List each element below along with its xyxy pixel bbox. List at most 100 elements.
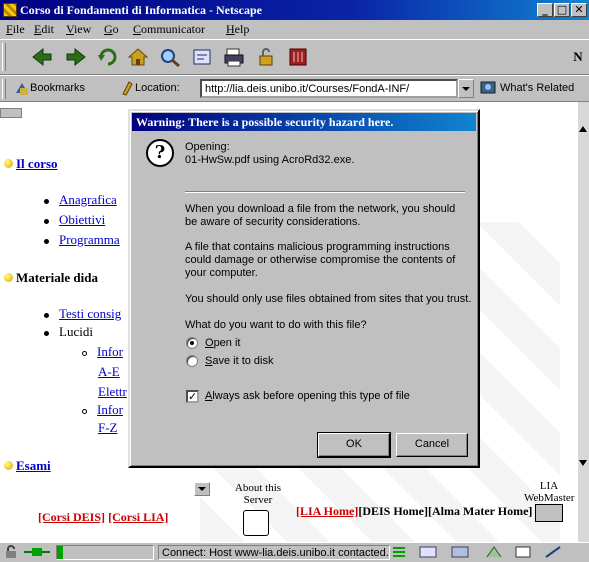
menu-bar: File Edit View Go Communicator Help [0, 20, 589, 39]
link-programma[interactable]: Programma [59, 232, 120, 247]
dropdown-button[interactable] [194, 482, 210, 496]
security-warning-dialog: Warning: There is a possible security ha… [128, 109, 480, 468]
component-bar-news-icon[interactable] [450, 545, 470, 562]
maximize-button[interactable]: □ [554, 3, 570, 17]
list-item[interactable]: Testi consig [44, 306, 121, 322]
section-corso[interactable]: Il corso [4, 156, 58, 172]
component-bar-pen-icon[interactable] [544, 545, 562, 562]
footer-links-right: [LIA Home][DEIS Home][Alma Mater Home] [296, 504, 532, 519]
menu-view[interactable]: View [66, 22, 91, 37]
link-il-corso[interactable]: Il corso [16, 156, 58, 171]
url-dropdown-button[interactable] [458, 79, 474, 98]
url-input[interactable]: http://lia.deis.unibo.it/Courses/FondA-I… [200, 79, 458, 98]
minimize-button[interactable]: _ [537, 3, 553, 17]
warning-paragraph-3: You should only use files obtained from … [185, 293, 472, 305]
warning-paragraph-1: When you download a file from the networ… [185, 203, 456, 228]
stop-icon[interactable] [286, 45, 310, 69]
link-a-e[interactable]: A-E [98, 364, 120, 380]
link-corsi-deis[interactable]: [Corsi DEIS] [38, 510, 105, 524]
home-icon[interactable] [126, 45, 150, 69]
list-item[interactable]: Anagrafica [44, 192, 117, 208]
menu-go[interactable]: Go [104, 22, 119, 37]
page-proxy-icon[interactable] [120, 80, 134, 99]
toolbar-grip[interactable] [2, 43, 6, 71]
close-button[interactable]: ✕ [571, 3, 587, 17]
list-item: Lucidi [44, 324, 93, 340]
bullet-ball-icon [4, 273, 13, 282]
netscape-app-icon [3, 3, 17, 17]
opening-label: Opening: [185, 141, 230, 153]
security-icon[interactable] [254, 45, 278, 69]
component-bar-calendar-icon[interactable] [514, 545, 532, 562]
section-materiale: Materiale dida [4, 270, 98, 286]
speech-bubble-icon[interactable] [243, 510, 269, 536]
always-ask-label[interactable]: Always ask before opening this type of f… [205, 390, 410, 403]
link-elettronica[interactable]: Elettr [98, 384, 127, 400]
save-to-disk-label[interactable]: Save it to disk [205, 355, 273, 368]
forward-icon[interactable] [64, 45, 88, 69]
list-item[interactable]: Obiettivi [44, 212, 105, 228]
scroll-down-icon[interactable] [579, 458, 588, 470]
link-alma-mater-home[interactable]: [Alma Mater Home] [428, 504, 532, 518]
page-banner-image [0, 108, 22, 118]
link-deis-home[interactable]: [DEIS Home] [358, 504, 428, 518]
link-lia-home[interactable]: [LIA Home] [296, 504, 358, 518]
lucidi-label: Lucidi [59, 324, 93, 339]
progress-bar [56, 545, 154, 560]
security-lock-icon[interactable] [4, 545, 18, 562]
menu-help[interactable]: Help [226, 22, 249, 37]
dialog-question: What do you want to do with this file? [185, 319, 367, 331]
list-item[interactable]: Infor [82, 402, 123, 418]
progress-fill [57, 546, 63, 559]
search-icon[interactable] [158, 45, 182, 69]
link-esami[interactable]: Esami [16, 458, 51, 473]
about-server-label[interactable]: About this Server [228, 482, 288, 506]
link-lucidi-1[interactable]: Infor [97, 344, 123, 359]
component-bar-mail-icon[interactable] [418, 545, 438, 562]
bookmarks-icon[interactable] [14, 80, 30, 99]
lia-webmaster-label[interactable]: LIA WebMaster [524, 480, 574, 504]
print-icon[interactable] [222, 45, 246, 69]
list-item[interactable]: Infor [82, 344, 123, 360]
online-icon [24, 547, 50, 560]
open-it-label[interactable]: Open it [205, 337, 240, 350]
link-corsi-lia[interactable]: [Corsi LIA] [108, 510, 168, 524]
menu-communicator[interactable]: Communicator [133, 22, 205, 37]
component-bar-composer-icon[interactable] [484, 545, 504, 562]
netscape-guide-icon[interactable] [190, 45, 214, 69]
link-lucidi-2[interactable]: Infor [97, 402, 123, 417]
link-testi-consigliati[interactable]: Testi consig [59, 306, 121, 321]
save-to-disk-radio[interactable] [186, 355, 198, 367]
whats-related-button[interactable]: What's Related [500, 82, 574, 94]
section-esami[interactable]: Esami [4, 458, 51, 474]
location-label: Location: [135, 82, 180, 94]
bookmarks-button[interactable]: Bookmarks [30, 82, 85, 94]
cancel-button[interactable]: Cancel [396, 433, 468, 457]
link-anagrafica[interactable]: Anagrafica [59, 192, 117, 207]
list-item[interactable]: Programma [44, 232, 120, 248]
opening-filename: 01-HwSw.pdf using AcroRd32.exe. [185, 154, 355, 166]
vertical-scrollbar[interactable] [578, 102, 589, 542]
link-f-z[interactable]: F-Z [98, 420, 118, 436]
scroll-up-icon[interactable] [579, 124, 588, 136]
ok-button[interactable]: OK [317, 432, 391, 458]
navigation-toolbar: N [0, 39, 589, 75]
reload-icon[interactable] [96, 45, 120, 69]
link-obiettivi[interactable]: Obiettivi [59, 212, 105, 227]
component-bar-navigator-icon[interactable] [392, 545, 406, 562]
status-text: Connect: Host www-lia.deis.unibo.it cont… [158, 545, 390, 560]
back-icon[interactable] [30, 45, 54, 69]
mail-icon[interactable] [535, 504, 563, 522]
whats-related-icon[interactable] [480, 80, 498, 99]
window-title: Corso di Fondamenti di Informatica - Net… [20, 3, 262, 17]
window-title-bar[interactable]: Corso di Fondamenti di Informatica - Net… [0, 0, 589, 20]
netscape-throbber-icon[interactable]: N [568, 45, 588, 69]
menu-file[interactable]: File [6, 22, 25, 37]
menu-edit[interactable]: Edit [34, 22, 54, 37]
toolbar-grip[interactable] [2, 79, 6, 99]
open-it-radio[interactable] [186, 337, 198, 349]
dialog-separator [185, 191, 465, 193]
dialog-title[interactable]: Warning: There is a possible security ha… [132, 113, 476, 131]
always-ask-checkbox[interactable]: ✓ [186, 390, 199, 403]
bullet-ball-icon [4, 461, 13, 470]
